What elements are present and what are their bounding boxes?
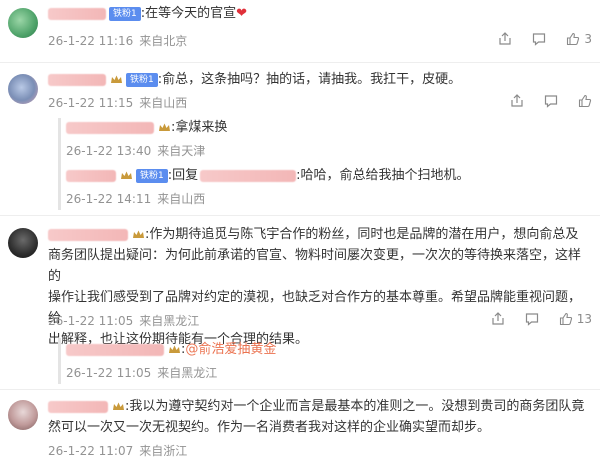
- crown-icon: [121, 171, 132, 179]
- share-button[interactable]: [498, 32, 512, 46]
- username-blurred[interactable]: [48, 7, 106, 20]
- crown-icon: [113, 402, 124, 410]
- comment-line: 然可以一次又一次无视契约。作为一名消费者我对这样的企业确实望而却步。: [48, 420, 491, 435]
- location: 来自山西: [157, 192, 206, 206]
- reply-header: :@俞浩爱抽黄金: [66, 340, 276, 360]
- like-icon: [559, 312, 572, 326]
- timestamp: 26-1-22 11:05: [66, 366, 152, 380]
- divider: [0, 389, 600, 390]
- location: 来自浙江: [139, 444, 188, 458]
- comment-icon: [533, 33, 546, 46]
- share-button[interactable]: [510, 94, 524, 108]
- crown-icon: [111, 75, 122, 83]
- reply-meta: 26-1-22 13:40 来自天津: [66, 142, 211, 159]
- comment-actions: 3: [498, 32, 592, 46]
- divider: [0, 62, 600, 63]
- fan-badge: 铁粉1: [109, 6, 141, 21]
- comment-text: :俞总，这条抽吗？抽的话，请抽我。我扛干，皮硬。: [157, 72, 462, 87]
- username-blurred[interactable]: [66, 343, 164, 356]
- timestamp: 26-1-22 11:07: [48, 444, 134, 458]
- comment-header: 铁粉1:在等今天的官宣❤: [48, 4, 247, 24]
- heart-emoji: ❤: [236, 6, 248, 21]
- comment-button[interactable]: [525, 312, 539, 326]
- comment-body: :我以为遵守契约对一个企业而言是最基本的准则之一。没想到贵司的商务团队竟 然可以…: [48, 396, 588, 438]
- comment-line: 商务团队提出疑问：为何此前承诺的官宣、物料时间屡次变更，一次次的等待换来落空，这…: [48, 248, 582, 284]
- comment-body: :作为期待追觅与陈飞宇合作的粉丝，同时也是品牌的潜在用户，想向俞总及 商务团队提…: [48, 224, 588, 350]
- avatar[interactable]: [8, 8, 38, 38]
- timestamp: 26-1-22 13:40: [66, 144, 152, 158]
- comment-button[interactable]: [544, 94, 558, 108]
- like-button[interactable]: [578, 94, 592, 108]
- username-blurred[interactable]: [48, 228, 128, 241]
- comment-list: 铁粉1:在等今天的官宣❤ 26-1-22 11:16 来自北京 3 铁粉1:俞总，…: [0, 0, 600, 466]
- avatar[interactable]: [8, 228, 38, 258]
- location: 来自天津: [157, 144, 206, 158]
- mention-link[interactable]: @俞浩爱抽黄金: [185, 342, 276, 357]
- like-button[interactable]: 13: [559, 312, 592, 326]
- username-blurred[interactable]: [66, 169, 116, 182]
- timestamp: 26-1-22 11:16: [48, 34, 134, 48]
- timestamp: 26-1-22 11:05: [48, 314, 134, 328]
- like-icon: [567, 32, 580, 46]
- share-icon: [492, 312, 504, 325]
- like-button[interactable]: 3: [566, 32, 592, 46]
- divider: [0, 215, 600, 216]
- timestamp: 26-1-22 11:15: [48, 96, 134, 110]
- share-icon: [499, 32, 511, 45]
- share-icon: [511, 94, 523, 107]
- location: 来自北京: [139, 34, 188, 48]
- comment-actions: [510, 94, 592, 108]
- reply-text: :哈哈，俞总给我抽个扫地机。: [296, 168, 470, 183]
- comment-text: :在等今天的官宣: [140, 6, 237, 21]
- reply-header: 铁粉1:回复 :哈哈，俞总给我抽个扫地机。: [66, 166, 470, 186]
- avatar[interactable]: [8, 400, 38, 430]
- reply-thread-bar: [58, 338, 61, 384]
- avatar[interactable]: [8, 74, 38, 104]
- comment-line: :作为期待追觅与陈飞宇合作的粉丝，同时也是品牌的潜在用户，想向俞总及: [48, 224, 588, 245]
- like-count: 3: [584, 32, 592, 46]
- comment-meta: 26-1-22 11:05 来自黑龙江: [48, 312, 205, 329]
- crown-icon: [169, 345, 180, 353]
- mention-blurred[interactable]: [200, 169, 297, 182]
- crown-icon: [133, 230, 144, 238]
- reply-header: :拿煤来换: [66, 118, 227, 138]
- crown-icon: [159, 123, 170, 131]
- username-blurred[interactable]: [48, 400, 108, 413]
- comment-icon: [525, 313, 538, 326]
- comment-line: :我以为遵守契约对一个企业而言是最基本的准则之一。没想到贵司的商务团队竟: [48, 396, 588, 417]
- username-blurred[interactable]: [48, 73, 106, 86]
- reply-text: :拿煤来换: [171, 120, 228, 135]
- share-button[interactable]: [491, 312, 505, 326]
- comment-meta: 26-1-22 11:15 来自山西: [48, 94, 193, 111]
- reply-prefix: :回复: [167, 168, 199, 183]
- comment-header: 铁粉1:俞总，这条抽吗？抽的话，请抽我。我扛干，皮硬。: [48, 70, 461, 90]
- comment-meta: 26-1-22 11:16 来自北京: [48, 32, 193, 49]
- fan-badge: 铁粉1: [126, 72, 158, 87]
- location: 来自山西: [139, 96, 188, 110]
- comment-icon: [544, 95, 558, 108]
- comment-actions: 13: [491, 312, 592, 326]
- location: 来自黑龙江: [139, 314, 200, 328]
- comment-button[interactable]: [532, 32, 546, 46]
- reply-thread-bar: [58, 118, 61, 210]
- timestamp: 26-1-22 14:11: [66, 192, 152, 206]
- comment-meta: 26-1-22 11:07 来自浙江: [48, 442, 193, 459]
- like-count: 13: [576, 312, 592, 326]
- reply-meta: 26-1-22 14:11 来自山西: [66, 190, 211, 207]
- location: 来自黑龙江: [157, 366, 218, 380]
- reply-meta: 26-1-22 11:05 来自黑龙江: [66, 364, 223, 381]
- username-blurred[interactable]: [66, 121, 154, 134]
- like-icon: [578, 94, 592, 108]
- fan-badge: 铁粉1: [136, 168, 168, 183]
